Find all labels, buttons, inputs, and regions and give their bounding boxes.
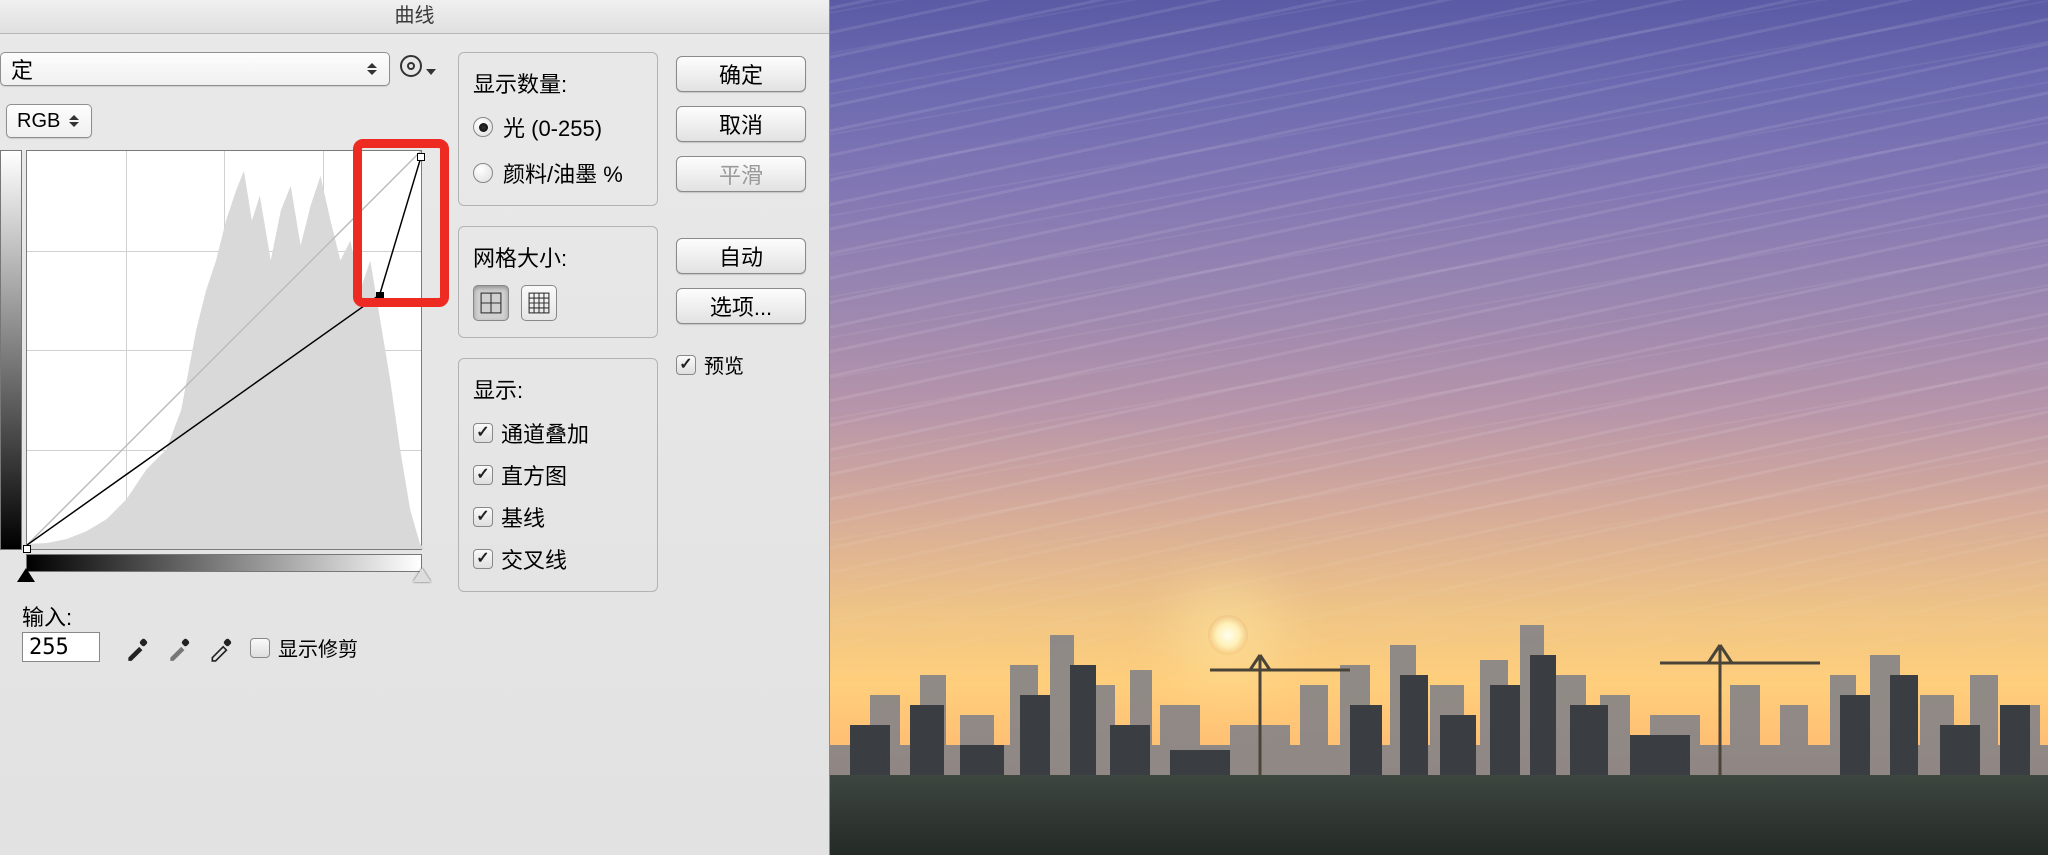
curves-right-column: 确定 取消 平滑 自动 选项... 预览 (676, 52, 816, 662)
histogram-label: 直方图 (501, 459, 567, 491)
preset-select[interactable]: 定 (0, 52, 390, 86)
input-label: 输入: (22, 600, 100, 632)
dialog-title: 曲线 (0, 0, 829, 34)
curves-left-column: 定 RGB (0, 52, 440, 662)
show-title: 显示: (473, 373, 643, 405)
caret-down-icon (426, 69, 436, 75)
updown-icon (69, 105, 83, 137)
histogram-checkbox[interactable] (473, 465, 493, 485)
grid-4-icon (480, 292, 502, 314)
channel-select[interactable]: RGB (6, 104, 92, 138)
crossline-checkbox[interactable] (473, 549, 493, 569)
grid-fine-button[interactable] (521, 285, 557, 321)
black-point-slider[interactable] (17, 568, 35, 582)
smooth-button[interactable]: 平滑 (676, 156, 806, 192)
display-amount-title: 显示数量: (473, 67, 643, 99)
auto-button[interactable]: 自动 (676, 238, 806, 274)
grid-size-title: 网格大小: (473, 241, 643, 273)
show-group: 显示: 通道叠加 直方图 基线 交叉线 (458, 358, 658, 592)
preview-row[interactable]: 预览 (676, 350, 744, 379)
curve-lines (27, 151, 421, 545)
curves-dialog: 曲线 定 RGB (0, 0, 830, 855)
baseline-checkbox[interactable] (473, 507, 493, 527)
curve-point-shadow[interactable] (23, 545, 31, 553)
output-gradient (0, 150, 22, 550)
channel-overlay-row[interactable]: 通道叠加 (473, 417, 643, 449)
curves-middle-column: 显示数量: 光 (0-255) 颜料/油墨 % 网格大小: (458, 52, 658, 662)
grid-size-group: 网格大小: (458, 226, 658, 338)
preview-checkbox[interactable] (676, 355, 696, 375)
curve-point-highlight[interactable] (417, 153, 425, 161)
display-amount-group: 显示数量: 光 (0-255) 颜料/油墨 % (458, 52, 658, 206)
cancel-button[interactable]: 取消 (676, 106, 806, 142)
light-radio[interactable] (473, 117, 493, 137)
updown-icon (367, 53, 381, 85)
baseline-label: 基线 (501, 501, 545, 533)
white-point-slider[interactable] (413, 568, 431, 582)
preset-value: 定 (11, 53, 33, 85)
histogram-row[interactable]: 直方图 (473, 459, 643, 491)
show-clipping-label: 显示修剪 (278, 633, 358, 662)
channel-overlay-checkbox[interactable] (473, 423, 493, 443)
pigment-radio-row[interactable]: 颜料/油墨 % (473, 157, 643, 189)
pigment-radio-label: 颜料/油墨 % (503, 157, 623, 189)
show-clipping-checkbox-row[interactable]: 显示修剪 (250, 633, 358, 662)
foreground-ground (830, 775, 2048, 855)
channel-overlay-label: 通道叠加 (501, 417, 589, 449)
input-gradient-row (26, 554, 422, 578)
pigment-radio[interactable] (473, 163, 493, 183)
grid-coarse-button[interactable] (473, 285, 509, 321)
light-radio-row[interactable]: 光 (0-255) (473, 111, 643, 143)
ok-button[interactable]: 确定 (676, 56, 806, 92)
preview-label: 预览 (704, 350, 744, 379)
white-eyedropper[interactable] (208, 636, 234, 662)
crossline-row[interactable]: 交叉线 (473, 543, 643, 575)
grid-16-icon (528, 292, 550, 314)
baseline-row[interactable]: 基线 (473, 501, 643, 533)
show-clipping-checkbox[interactable] (250, 638, 270, 658)
canvas-preview (830, 0, 2048, 855)
gear-icon (400, 55, 422, 77)
input-value-field[interactable] (22, 632, 100, 662)
options-button[interactable]: 选项... (676, 288, 806, 324)
curve-point-mid[interactable] (376, 292, 384, 300)
black-eyedropper[interactable] (124, 636, 150, 662)
preset-menu-button[interactable] (400, 55, 436, 83)
input-gradient (26, 554, 422, 572)
channel-value: RGB (17, 110, 60, 133)
curve-graph[interactable] (26, 150, 422, 550)
gray-eyedropper[interactable] (166, 636, 192, 662)
crossline-label: 交叉线 (501, 543, 567, 575)
light-radio-label: 光 (0-255) (503, 111, 602, 143)
